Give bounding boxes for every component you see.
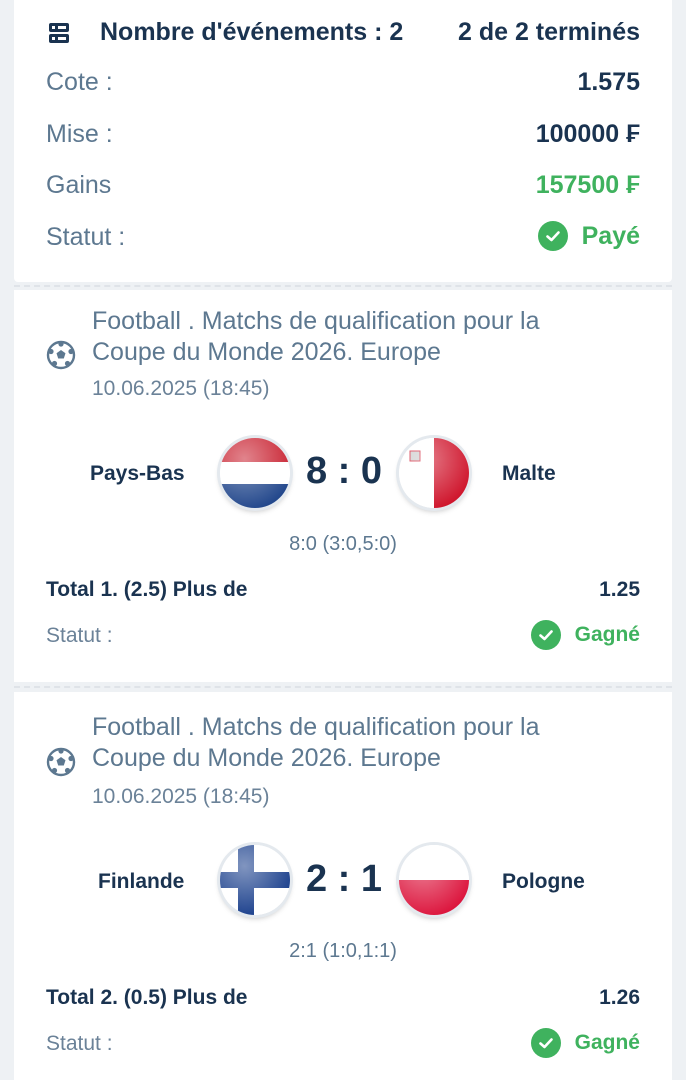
away-team-name: Pologne [502, 870, 585, 893]
football-icon [46, 747, 76, 777]
summary-header: Nombre d'événements : 2 2 de 2 terminés [14, 16, 672, 50]
final-score: 2 : 1 [305, 858, 383, 900]
paid-status-badge: Payé [537, 221, 640, 251]
events-count: Nombre d'événements : 2 [100, 18, 404, 46]
poland-flag-icon [399, 845, 469, 915]
netherlands-flag-icon [220, 438, 290, 508]
won-status-text: Gagné [574, 623, 640, 646]
winnings-row: Gains 157500 ₣ [14, 171, 672, 205]
event-date: 10.06.2025 (18:45) [92, 785, 270, 808]
event-card[interactable]: Football . Matchs de qualification pour … [14, 290, 672, 682]
stake-label: Mise : [46, 120, 113, 148]
odds-value: 1.575 [577, 68, 640, 96]
event-card[interactable]: Football . Matchs de qualification pour … [14, 692, 672, 1080]
market-name: Total 2. (0.5) Plus de [46, 986, 248, 1009]
event-status-label: Statut : [46, 624, 113, 647]
winnings-label: Gains [46, 171, 112, 199]
won-status-badge: Gagné [530, 1028, 640, 1058]
league-name: Football . Matchs de qualification pour … [92, 307, 540, 366]
check-circle-icon [530, 620, 561, 650]
final-score: 8 : 0 [305, 450, 383, 492]
dashed-divider [14, 686, 672, 688]
bet-status-row: Statut : Payé [14, 221, 672, 257]
check-circle-icon [530, 1028, 561, 1058]
event-date: 10.06.2025 (18:45) [92, 377, 270, 400]
football-icon [46, 340, 76, 370]
stake-value: 100000 ₣ [535, 120, 640, 148]
check-circle-icon [537, 221, 568, 251]
market-name: Total 1. (2.5) Plus de [46, 578, 248, 601]
home-team-name: Finlande [98, 870, 185, 893]
won-status-badge: Gagné [530, 620, 640, 650]
events-list-icon [48, 22, 70, 44]
league-name: Football . Matchs de qualification pour … [92, 713, 540, 772]
odds-row: Cote : 1.575 [14, 68, 672, 102]
paid-status-text: Payé [581, 221, 640, 250]
event-status-label: Statut : [46, 1032, 113, 1055]
dashed-divider [14, 285, 672, 287]
winnings-value: 157500 ₣ [535, 171, 640, 199]
market-odd: 1.26 [599, 986, 640, 1009]
bet-summary-card: Nombre d'événements : 2 2 de 2 terminés … [14, 0, 672, 282]
home-team-name: Pays-Bas [90, 462, 185, 485]
bet-status-label: Statut : [46, 223, 126, 251]
stake-row: Mise : 100000 ₣ [14, 120, 672, 154]
score-detail: 2:1 (1:0,1:1) [289, 940, 397, 962]
malta-flag-icon [399, 438, 469, 508]
away-team-name: Malte [502, 462, 556, 485]
score-detail: 8:0 (3:0,5:0) [289, 533, 397, 555]
won-status-text: Gagné [574, 1031, 640, 1054]
finland-flag-icon [220, 845, 290, 915]
finished-count: 2 de 2 terminés [457, 18, 640, 46]
odds-label: Cote : [46, 68, 113, 96]
market-odd: 1.25 [599, 578, 640, 601]
